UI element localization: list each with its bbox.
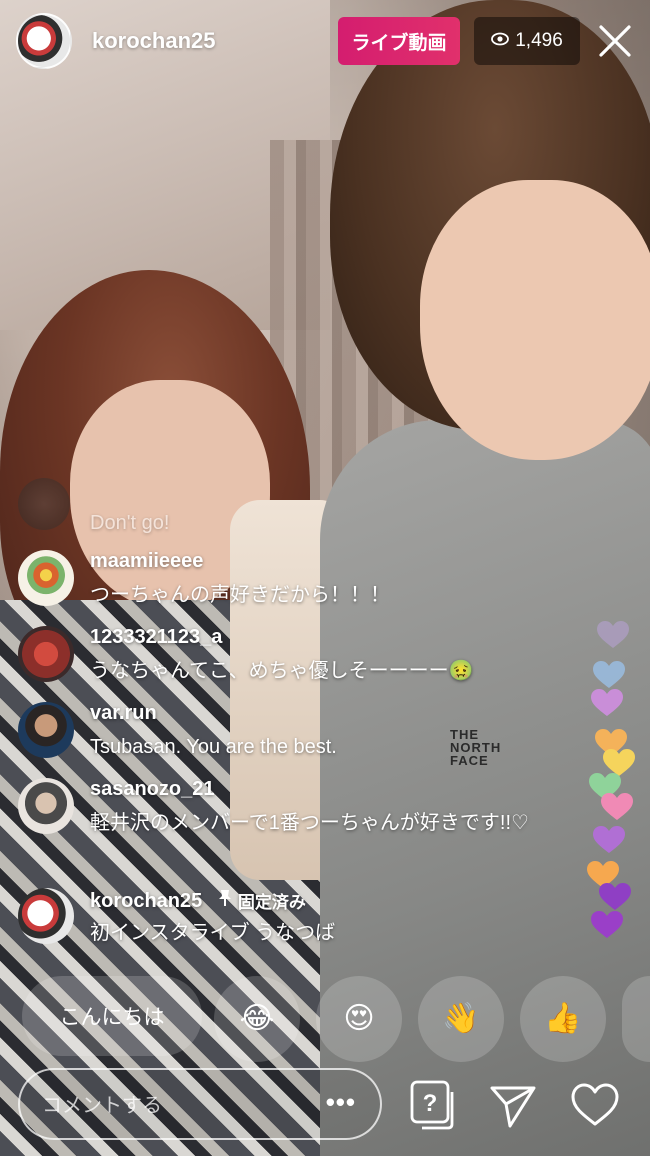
- comment-text: 初インスタライブ うなつば: [90, 922, 336, 944]
- thumbs-up-emoji-icon: 👍: [544, 1002, 582, 1035]
- commenter-username[interactable]: maamiieeee: [90, 550, 203, 573]
- heart-icon: [601, 793, 633, 820]
- commenter-username-row: korochan25 固定済み: [90, 888, 306, 913]
- comment-text: つーちゃんの声好きだから！！！: [90, 584, 390, 606]
- viewer-count: 1,496: [515, 30, 563, 51]
- wave-emoji-icon: 👋: [442, 1002, 480, 1035]
- live-header: korochan25 ライブ動画 1,496: [0, 0, 650, 86]
- heart-icon: [593, 826, 625, 853]
- live-badge: ライブ動画: [338, 17, 460, 65]
- svg-text:?: ?: [423, 1090, 438, 1117]
- commenter-avatar[interactable]: [18, 478, 70, 530]
- commenter-avatar[interactable]: [18, 550, 74, 606]
- commenter-username[interactable]: var.run: [90, 702, 157, 725]
- comment-text: Tsubasan. You are the best.: [90, 736, 337, 758]
- comment-text: Don't go!: [90, 512, 170, 534]
- comment-item: 1233321123_a うなちゃんてこ、めちゃ優しそーーーー🤢: [18, 626, 558, 690]
- pinned-label: 固定済み: [237, 893, 306, 912]
- question-icon[interactable]: ?: [406, 1078, 460, 1132]
- quick-emoji-more-button[interactable]: [622, 976, 650, 1062]
- heart-icon[interactable]: [568, 1078, 622, 1132]
- reaction-hearts: [582, 620, 642, 960]
- commenter-username[interactable]: korochan25: [90, 890, 202, 912]
- pinned-indicator: 固定済み: [218, 888, 306, 913]
- quick-reply-label: こんにちは: [59, 1006, 165, 1029]
- viewer-count-badge[interactable]: 1,496: [474, 17, 580, 65]
- comment-item: maamiieeee つーちゃんの声好きだから！！！: [18, 550, 558, 614]
- comment-item: var.run Tsubasan. You are the best.: [18, 702, 558, 766]
- commenter-avatar[interactable]: [18, 702, 74, 758]
- eye-icon: [491, 30, 510, 52]
- commenter-avatar[interactable]: [18, 778, 74, 834]
- heart-icon: [591, 689, 623, 716]
- commenter-username[interactable]: 1233321123_a: [90, 626, 222, 649]
- quick-emoji-heart-eyes-button[interactable]: 😍: [316, 976, 402, 1062]
- pin-icon: [218, 889, 232, 912]
- quick-reactions-row: こんにちは 😂 😍 👋 👍: [0, 976, 650, 1062]
- commenter-username[interactable]: sasanozo_21: [90, 778, 215, 801]
- heart-eyes-emoji-icon: 😍: [343, 1002, 375, 1035]
- commenter-avatar[interactable]: [18, 888, 74, 944]
- quick-emoji-laugh-button[interactable]: 😂: [214, 976, 300, 1062]
- more-options-button[interactable]: •••: [326, 1089, 356, 1115]
- send-icon[interactable]: [486, 1078, 540, 1132]
- comment-text: うなちゃんてこ、めちゃ優しそーーーー🤢: [90, 660, 474, 682]
- heart-icon: [591, 911, 623, 938]
- comment-input-box[interactable]: •••: [18, 1068, 382, 1140]
- heart-icon: [593, 661, 625, 688]
- heart-icon: [599, 883, 631, 910]
- heart-icon: [597, 621, 629, 648]
- live-badge-label: ライブ動画: [351, 32, 447, 54]
- close-icon[interactable]: [594, 20, 636, 62]
- broadcaster-username[interactable]: korochan25: [92, 28, 216, 54]
- quick-reply-greeting[interactable]: こんにちは: [22, 976, 202, 1056]
- person-right-face: [420, 180, 650, 460]
- commenter-avatar[interactable]: [18, 626, 74, 682]
- comment-text: 軽井沢のメンバーで1番つーちゃんが好きです!!♡: [90, 812, 529, 834]
- comment-item: sasanozo_21 軽井沢のメンバーで1番つーちゃんが好きです!!♡: [18, 778, 558, 874]
- laugh-emoji-icon: 😂: [239, 1002, 275, 1035]
- comment-item: Don't go!: [18, 478, 558, 542]
- comment-item-pinned: korochan25 固定済み 初インスタライブ うなつば: [18, 888, 558, 952]
- quick-emoji-wave-button[interactable]: 👋: [418, 976, 504, 1062]
- broadcaster-avatar[interactable]: [16, 13, 72, 69]
- quick-emoji-thumbs-up-button[interactable]: 👍: [520, 976, 606, 1062]
- comment-input[interactable]: [40, 1088, 324, 1124]
